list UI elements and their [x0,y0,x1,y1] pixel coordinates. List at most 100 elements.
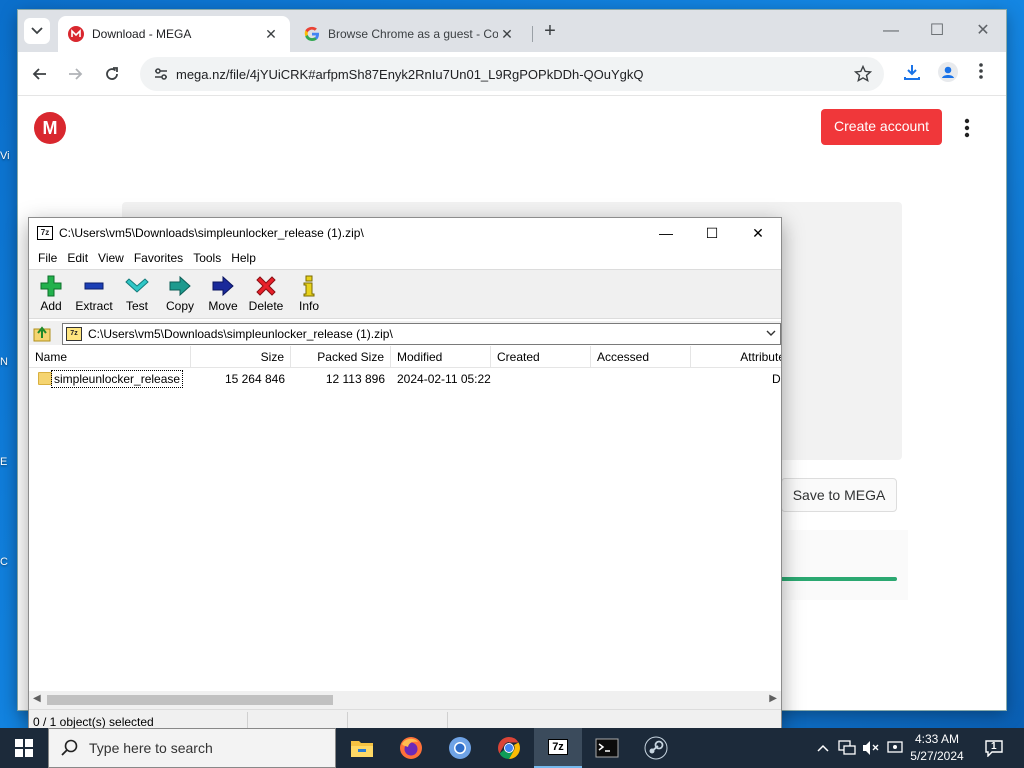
terminal-icon [595,738,619,758]
kebab-menu-icon [964,118,970,138]
add-label: Add [40,299,62,313]
maximize-button[interactable]: ☐ [689,218,735,248]
table-row[interactable]: simpleunlocker_release 15 264 846 12 113… [29,369,781,389]
clock-date: 5/27/2024 [910,749,964,763]
move-button[interactable]: Move [201,273,245,317]
address-bar[interactable]: mega.nz/file/4jYUiCRK#arfpmSh87Enyk2RnIu… [140,57,884,91]
chrome-menu-button[interactable] [978,62,984,83]
close-button[interactable]: ✕ [735,218,781,248]
reload-icon [106,67,118,80]
address-row: 7z C:\Users\vm5\Downloads\simpleunlocker… [29,321,781,345]
desktop-icon-label[interactable]: N [0,356,20,368]
column-attributes[interactable]: Attribute [691,346,781,368]
menu-tools[interactable]: Tools [188,251,226,265]
menu-view[interactable]: View [93,251,129,265]
minimize-button[interactable]: — [868,18,914,44]
test-button[interactable]: Test [115,273,159,317]
delete-button[interactable]: Delete [244,273,288,317]
up-folder-button[interactable] [33,324,53,342]
menu-bar: File Edit View Favorites Tools Help [29,248,781,268]
tab-close-button[interactable]: ✕ [498,26,516,43]
taskbar-terminal[interactable] [583,728,631,768]
taskbar-file-explorer[interactable] [338,728,386,768]
steam-icon [644,736,668,760]
chevron-down-icon[interactable] [766,327,776,341]
browser-toolbar: mega.nz/file/4jYUiCRK#arfpmSh87Enyk2RnIu… [18,52,1006,96]
tab-close-button[interactable]: ✕ [262,26,280,43]
search-placeholder: Type here to search [89,740,213,756]
mega-menu-button[interactable] [964,118,970,141]
copy-button[interactable]: Copy [158,273,202,317]
notifications-button[interactable]: 1 [980,728,1008,768]
tab-strip: Download - MEGA ✕ Browse Chrome as a gue… [18,10,1006,52]
system-clock[interactable]: 4:33 AM 5/27/2024 [904,731,970,765]
reload-button[interactable] [99,61,125,87]
mega-logo[interactable]: M [34,112,66,144]
add-button[interactable]: Add [29,273,73,317]
site-settings-icon[interactable] [146,67,176,81]
start-button[interactable] [0,728,48,768]
file-modified: 2024-02-11 05:22 [397,372,491,386]
minimize-button[interactable]: — [643,218,689,248]
action-center-tray-button[interactable] [884,728,906,768]
column-modified[interactable]: Modified [391,346,491,368]
tab-search-button[interactable] [24,18,50,44]
scroll-left-icon[interactable]: ◀ [33,693,41,704]
create-account-button[interactable]: Create account [821,109,942,145]
download-icon [904,65,920,80]
close-button[interactable]: ✕ [960,18,1006,44]
desktop-icon-label[interactable]: Vi [0,150,20,162]
google-favicon-icon [304,26,319,41]
show-hidden-icons-button[interactable] [814,728,832,768]
network-button[interactable] [836,728,858,768]
save-to-mega-button[interactable]: Save to MEGA [781,478,897,512]
downloads-button[interactable] [902,62,922,85]
column-accessed[interactable]: Accessed [591,346,691,368]
mega-favicon-icon [68,26,84,42]
taskbar-firefox[interactable] [387,728,435,768]
taskbar-search-box[interactable]: Type here to search [48,728,336,768]
menu-help[interactable]: Help [226,251,261,265]
new-tab-button[interactable]: + [538,20,562,44]
selection-status: 0 / 1 object(s) selected [33,715,154,729]
taskbar-steam[interactable] [632,728,680,768]
scrollbar-thumb[interactable] [47,695,333,705]
horizontal-scrollbar[interactable]: ◀ ▶ [29,691,781,709]
window-title: C:\Users\vm5\Downloads\simpleunlocker_re… [59,226,364,240]
folder-icon [38,372,52,385]
back-arrow-icon [32,68,46,80]
desktop-icon-label[interactable]: C [0,556,20,568]
maximize-button[interactable]: ☐ [914,18,960,44]
bookmark-star-icon[interactable] [853,64,873,86]
profile-button[interactable] [938,62,958,85]
column-packed-size[interactable]: Packed Size [291,346,391,368]
7zip-window: 7z C:\Users\vm5\Downloads\simpleunlocker… [28,217,782,735]
scroll-right-icon[interactable]: ▶ [769,693,777,704]
up-folder-icon [33,326,51,342]
archive-path-combobox[interactable]: 7z C:\Users\vm5\Downloads\simpleunlocker… [62,323,781,345]
taskbar-chrome[interactable] [485,728,533,768]
taskbar-chromium[interactable] [436,728,484,768]
taskbar-7zip[interactable]: 7z [534,728,582,768]
column-headers: Name Size Packed Size Modified Created A… [29,346,781,368]
menu-favorites[interactable]: Favorites [129,251,188,265]
extract-button[interactable]: Extract [72,273,116,317]
volume-button[interactable] [860,728,882,768]
file-created [491,369,591,389]
column-size[interactable]: Size [191,346,291,368]
tab-chrome-guest[interactable]: Browse Chrome as a guest - Co ✕ [294,16,526,52]
menu-file[interactable]: File [33,251,62,265]
url-text: mega.nz/file/4jYUiCRK#arfpmSh87Enyk2RnIu… [176,66,644,82]
tab-mega[interactable]: Download - MEGA ✕ [58,16,290,52]
column-created[interactable]: Created [491,346,591,368]
file-name[interactable]: simpleunlocker_release [51,370,184,388]
7zip-app-icon: 7z [37,226,53,240]
info-button[interactable]: Info [287,273,331,317]
chrome-icon [498,737,520,759]
desktop-icon-label[interactable]: E [0,456,20,468]
back-button[interactable] [27,61,53,87]
menu-edit[interactable]: Edit [62,251,93,265]
column-name[interactable]: Name [29,346,191,368]
forward-button[interactable] [62,61,88,87]
chevron-up-icon [817,744,829,752]
